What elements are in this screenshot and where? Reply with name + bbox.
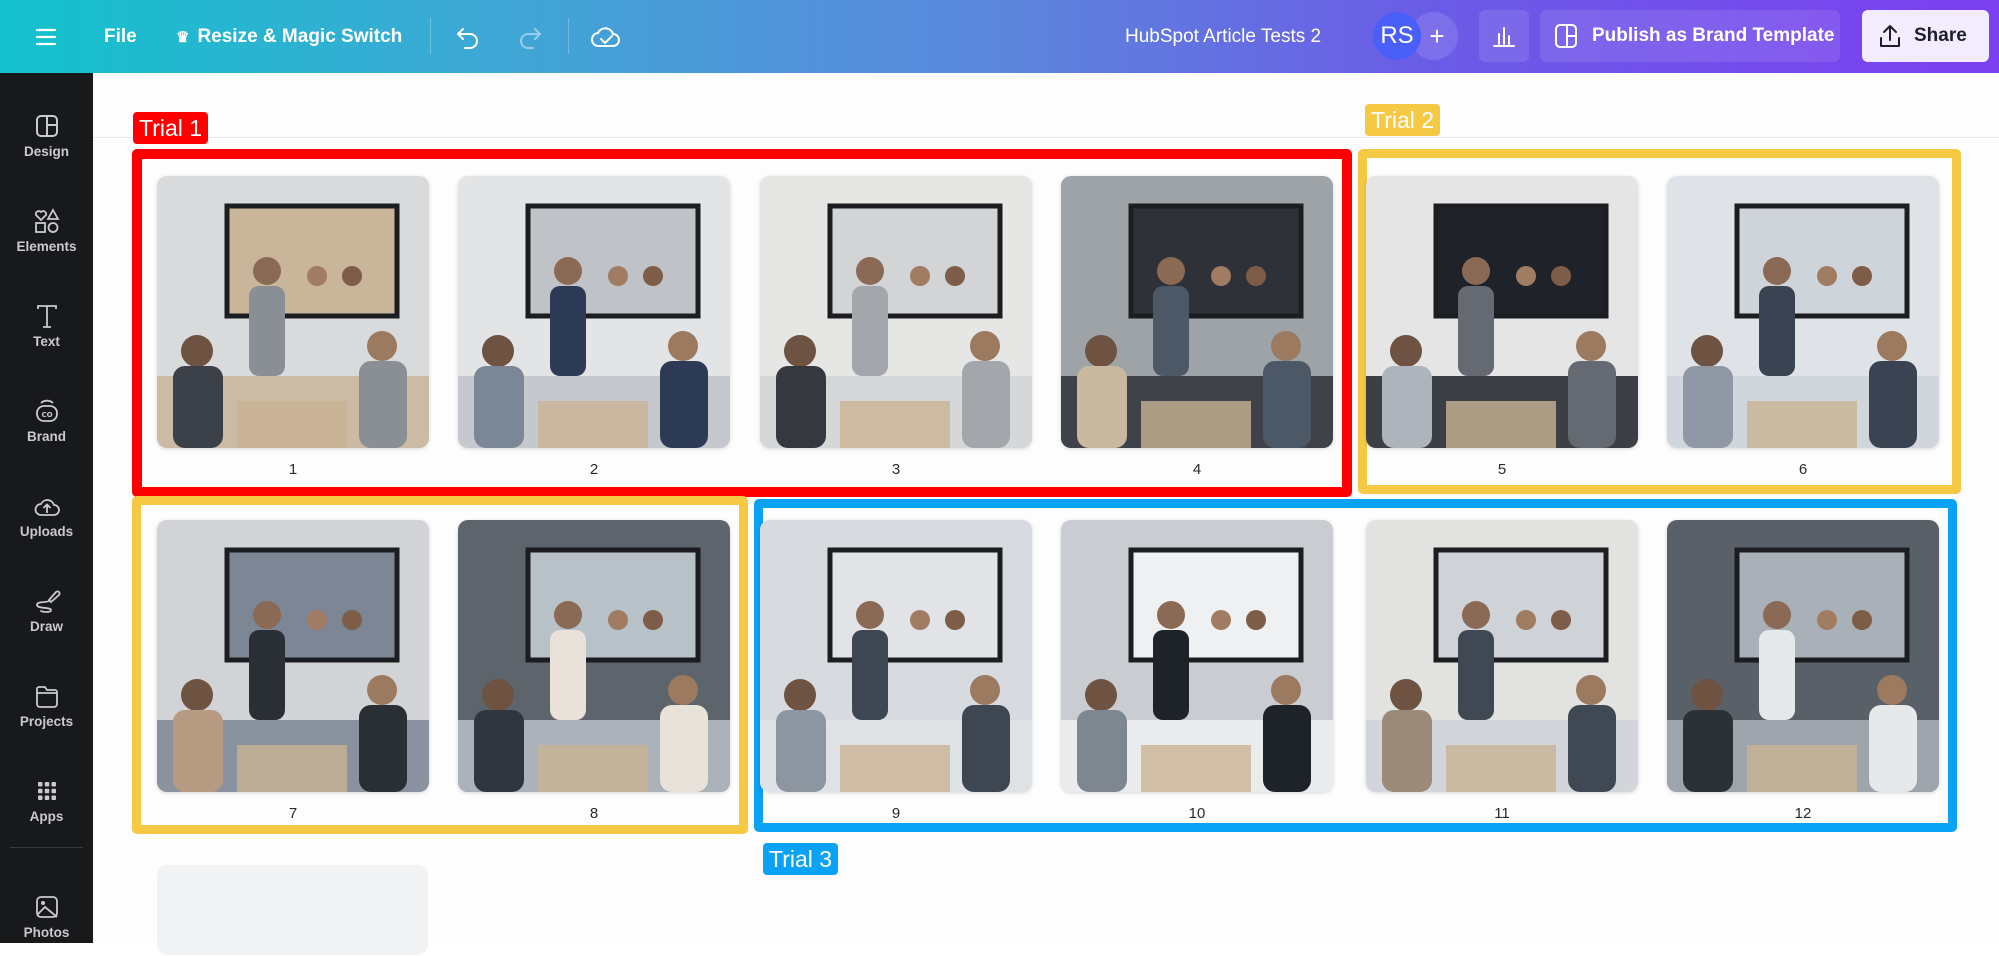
meeting-photo: [1667, 176, 1939, 448]
redo-button[interactable]: [514, 0, 546, 73]
brand-kit-icon: CO: [35, 399, 58, 422]
grid-apps-icon: [37, 781, 56, 800]
shapes-icon: [34, 207, 60, 233]
meeting-photo: [760, 176, 1032, 448]
page-number: 2: [589, 461, 599, 478]
page-thumbnail-4[interactable]: [1061, 176, 1333, 448]
meeting-photo: [458, 520, 730, 792]
image-icon: [35, 895, 58, 918]
page-number: 9: [891, 805, 901, 822]
pen-draw-icon: [35, 590, 60, 613]
page-number: 5: [1497, 461, 1507, 478]
trial-2-label: Trial 2: [1365, 104, 1441, 136]
page-number: 11: [1494, 805, 1510, 822]
page-thumbnail-6[interactable]: [1667, 176, 1939, 448]
sidebar-item-design[interactable]: Design: [0, 95, 93, 175]
page-thumbnail-5[interactable]: [1366, 176, 1638, 448]
blank-page-thumbnail[interactable]: [157, 865, 428, 955]
sidebar-label: Design: [23, 143, 69, 159]
page-thumbnail-11[interactable]: [1366, 520, 1638, 792]
page-number: 6: [1798, 461, 1808, 478]
trial-1-label: Trial 1: [133, 112, 209, 144]
sidebar-label: Text: [33, 333, 60, 349]
page-thumbnail-9[interactable]: [760, 520, 1032, 792]
meeting-photo: [458, 176, 730, 448]
page-thumbnail-10[interactable]: [1061, 520, 1333, 792]
page-thumbnail-2[interactable]: [458, 176, 730, 448]
sidebar-item-draw[interactable]: Draw: [0, 570, 93, 650]
meeting-photo: [760, 520, 1032, 792]
save-status-button[interactable]: [590, 0, 622, 73]
meeting-photo: [1366, 520, 1638, 792]
cloud-upload-icon: [34, 498, 60, 516]
page-number: 12: [1794, 805, 1812, 822]
template-icon: [1555, 24, 1577, 48]
sidebar-divider: [10, 847, 83, 848]
page-number: 4: [1192, 461, 1202, 478]
page-number: 3: [891, 461, 901, 478]
resize-magic-switch-button[interactable]: ♛ Resize & Magic Switch: [176, 0, 402, 73]
meeting-photo: [1667, 520, 1939, 792]
upload-share-icon: [1880, 25, 1900, 47]
canvas-ruler-line: [93, 137, 1999, 138]
page-thumbnail-3[interactable]: [760, 176, 1032, 448]
editor-toolbar: File ♛ Resize & Magic Switch HubSpot Art…: [0, 0, 1999, 73]
text-t-icon: [36, 304, 57, 328]
sidebar-label: Draw: [29, 618, 63, 634]
page-thumbnail-1[interactable]: [157, 176, 429, 448]
sidebar-label: Uploads: [19, 523, 74, 539]
document-title[interactable]: HubSpot Article Tests 2: [1125, 0, 1321, 73]
page-number: 7: [288, 805, 298, 822]
sidebar-label: Photos: [23, 924, 70, 940]
trial-3-label: Trial 3: [763, 843, 839, 875]
insights-button[interactable]: [1479, 10, 1529, 62]
meeting-photo: [157, 176, 429, 448]
sidebar-item-apps[interactable]: Apps: [0, 760, 93, 840]
page-thumbnail-7[interactable]: [157, 520, 429, 792]
page-thumbnail-8[interactable]: [458, 520, 730, 792]
sidebar-item-projects[interactable]: Projects: [0, 665, 93, 745]
svg-text:CO: CO: [41, 411, 52, 419]
sidebar-label: Apps: [29, 808, 64, 824]
undo-button[interactable]: [452, 0, 484, 73]
meeting-photo: [1366, 176, 1638, 448]
sidebar-label: Projects: [19, 713, 74, 729]
sidebar-item-uploads[interactable]: Uploads: [0, 475, 93, 555]
toolbar-divider: [568, 18, 569, 54]
folder-icon: [35, 685, 58, 708]
publish-brand-template-button[interactable]: Publish as Brand Template: [1540, 10, 1840, 62]
sidebar-item-elements[interactable]: Elements: [0, 190, 93, 270]
page-number: 8: [589, 805, 599, 822]
sidebar-item-text[interactable]: Text: [0, 285, 93, 365]
hamburger-menu-icon: [35, 28, 57, 45]
file-menu-button[interactable]: File: [104, 0, 137, 73]
sidebar-item-brand[interactable]: CO Brand: [0, 380, 93, 460]
share-button[interactable]: Share: [1862, 10, 1989, 62]
sidebar-item-photos[interactable]: Photos: [0, 876, 93, 956]
page-thumbnail-12[interactable]: [1667, 520, 1939, 792]
cloud-check-icon: [591, 26, 620, 47]
crown-icon: ♛: [176, 28, 190, 46]
meeting-photo: [157, 520, 429, 792]
meeting-photo: [1061, 176, 1333, 448]
design-layout-icon: [35, 114, 58, 137]
toolbar-divider: [430, 18, 431, 54]
sidebar-label: Elements: [16, 238, 77, 254]
page-number: 10: [1188, 805, 1206, 822]
sidebar-label: Brand: [26, 428, 66, 444]
meeting-photo: [1061, 520, 1333, 792]
page-number: 1: [288, 461, 298, 478]
redo-icon: [520, 27, 541, 49]
resize-label: Resize & Magic Switch: [197, 25, 403, 47]
main-menu-button[interactable]: [30, 0, 62, 73]
bar-chart-icon: [1493, 27, 1515, 47]
publish-label: Publish as Brand Template: [1592, 25, 1835, 46]
share-label: Share: [1914, 25, 1967, 46]
user-avatar[interactable]: RS: [1373, 12, 1421, 60]
sidebar: Design Elements Text CO Brand Uploads Dr…: [0, 73, 93, 943]
undo-icon: [457, 27, 478, 49]
